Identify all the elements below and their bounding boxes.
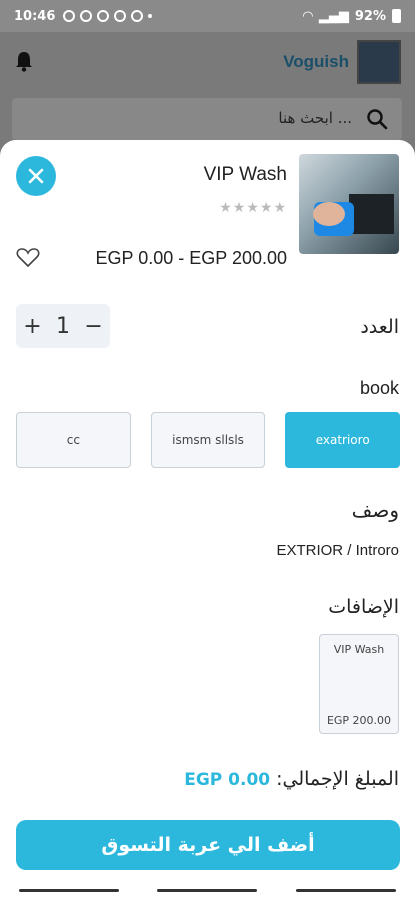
gmail-icon bbox=[97, 10, 110, 22]
add-to-cart-button[interactable]: أضف الي عربة التسوق bbox=[16, 820, 400, 870]
option-cc[interactable]: cc bbox=[16, 412, 131, 468]
notification-icons bbox=[63, 10, 153, 22]
status-time: 10:46 bbox=[14, 8, 56, 24]
minus-button[interactable]: − bbox=[84, 314, 102, 339]
search-bar[interactable]: ابحث هنا ... bbox=[12, 98, 402, 140]
instagram-icon bbox=[131, 10, 144, 22]
rating-stars: ★★★★★ bbox=[219, 200, 287, 216]
quantity-stepper[interactable]: + 1 − bbox=[16, 304, 110, 348]
tiktok-icon bbox=[80, 10, 93, 22]
close-button[interactable] bbox=[16, 156, 56, 196]
total-label: المبلغ الإجمالي: bbox=[276, 768, 399, 790]
more-dot-icon bbox=[148, 14, 153, 18]
option-label: ismsm sllsls bbox=[172, 433, 244, 447]
quantity-label: العدد bbox=[360, 316, 399, 338]
app-header: Voguish bbox=[0, 32, 415, 92]
instagram-icon bbox=[114, 10, 127, 22]
nav-handle[interactable] bbox=[19, 888, 120, 892]
total-row: المبلغ الإجمالي: EGP 0.00 bbox=[184, 768, 399, 790]
plus-button[interactable]: + bbox=[23, 314, 41, 339]
description-label: وصف bbox=[351, 498, 399, 522]
option-ismsm[interactable]: ismsm sllsls bbox=[150, 412, 266, 468]
book-label: book bbox=[359, 378, 399, 398]
status-right: ◠ ▂▄▆ 92% bbox=[303, 9, 401, 24]
option-label: cc bbox=[66, 433, 80, 447]
bell-icon[interactable] bbox=[14, 50, 34, 72]
signal-icon: ▂▄▆ bbox=[318, 8, 349, 24]
addon-name: VIP Wash bbox=[333, 643, 385, 656]
product-title: VIP Wash bbox=[203, 164, 287, 185]
close-icon bbox=[28, 168, 44, 184]
description-text: EXTRIOR / Introro bbox=[276, 542, 399, 559]
status-bar: 10:46 ◠ ▂▄▆ 92% bbox=[0, 0, 415, 32]
wifi-icon: ◠ bbox=[302, 8, 313, 24]
heart-icon[interactable] bbox=[16, 246, 40, 268]
brand-logo[interactable] bbox=[357, 40, 401, 84]
addon-price: EGP 200.00 bbox=[326, 714, 392, 727]
product-image bbox=[299, 154, 399, 254]
facebook-icon bbox=[63, 10, 76, 22]
nav-handle[interactable] bbox=[295, 888, 396, 892]
product-sheet: VIP Wash ★★★★★ EGP 0.00 - EGP 200.00 الع… bbox=[0, 140, 415, 900]
addons-label: الإضافات bbox=[328, 596, 399, 618]
option-label: exatrioro bbox=[315, 433, 370, 447]
search-icon bbox=[367, 109, 388, 130]
option-exatrioro[interactable]: exatrioro bbox=[285, 412, 401, 468]
total-value: EGP 0.00 bbox=[184, 770, 271, 790]
system-nav-bar bbox=[0, 880, 415, 900]
addon-card[interactable]: VIP Wash EGP 200.00 bbox=[319, 634, 399, 734]
search-placeholder: ابحث هنا ... bbox=[278, 109, 352, 127]
price-range: EGP 0.00 - EGP 200.00 bbox=[95, 248, 287, 268]
book-options: cc ismsm sllsls exatrioro bbox=[16, 412, 401, 468]
battery-icon bbox=[392, 9, 401, 23]
battery-percent: 92% bbox=[354, 8, 386, 24]
quantity-value: 1 bbox=[56, 313, 70, 339]
brand-name[interactable]: Voguish bbox=[283, 52, 349, 72]
nav-handle[interactable] bbox=[157, 888, 258, 892]
